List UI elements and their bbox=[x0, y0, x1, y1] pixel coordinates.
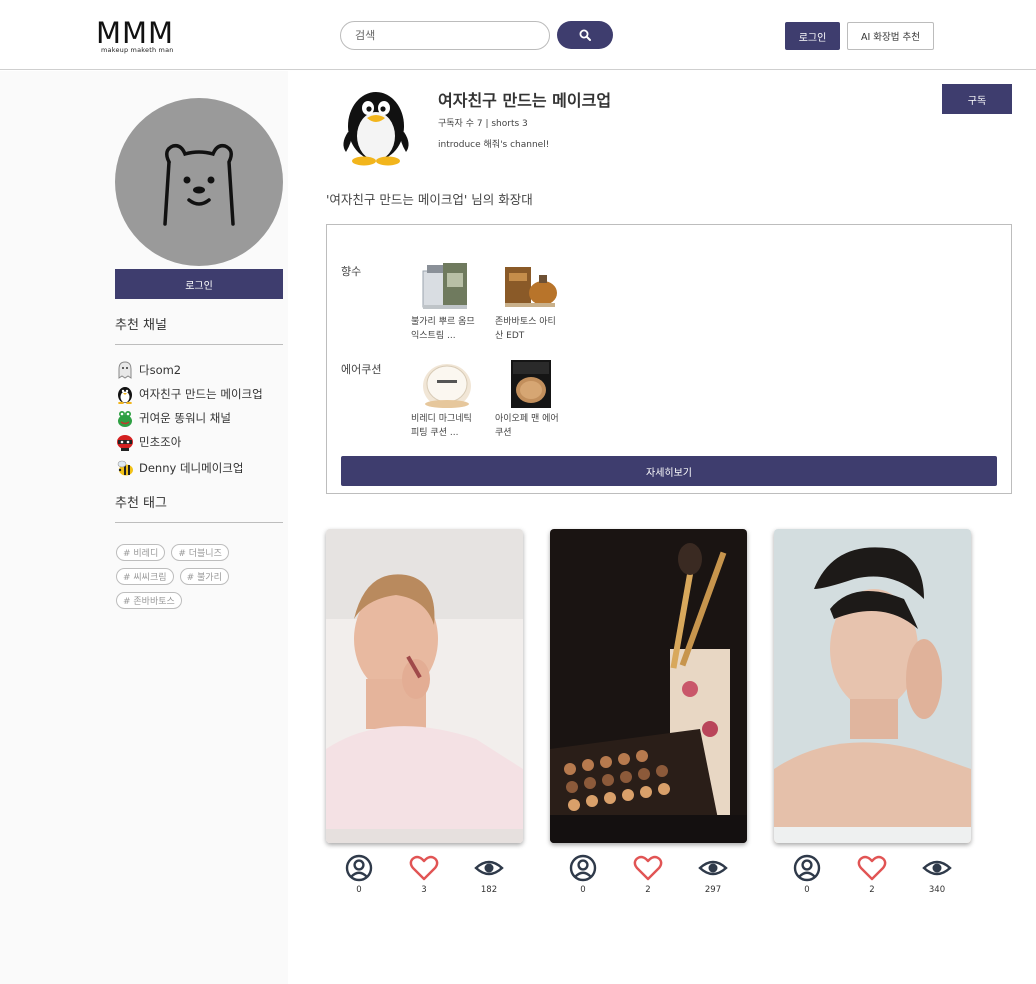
sidebar-login-button[interactable]: 로그인 bbox=[115, 269, 283, 299]
profile-count: 0 bbox=[580, 885, 586, 895]
product-card[interactable]: 불가리 뿌르 옴므 익스트림 ... bbox=[411, 261, 481, 343]
penguin-icon bbox=[343, 92, 409, 166]
recommended-tags-title: 추천 태그 bbox=[115, 496, 167, 511]
subscribe-button[interactable]: 구독 bbox=[942, 84, 1012, 114]
logo-tagline: makeup maketh man bbox=[101, 46, 174, 54]
login-button[interactable]: 로그인 bbox=[785, 22, 840, 50]
channel-name-title: 여자친구 만드는 메이크업 bbox=[438, 91, 612, 110]
ai-recommend-button[interactable]: AI 화장법 추천 bbox=[847, 22, 934, 50]
view-stat: 340 bbox=[917, 854, 957, 895]
logo-text: MMM bbox=[96, 16, 175, 50]
penguin-icon bbox=[115, 384, 135, 404]
shorts-count: shorts 3 bbox=[491, 119, 528, 129]
short-card[interactable] bbox=[326, 529, 523, 843]
heart-icon bbox=[633, 855, 663, 881]
like-count: 2 bbox=[869, 885, 875, 895]
eye-icon bbox=[474, 860, 504, 876]
like-stat[interactable]: 2 bbox=[852, 854, 892, 895]
bee-icon bbox=[115, 458, 135, 478]
view-count: 182 bbox=[480, 885, 498, 895]
recommended-channels-title: 추천 채널 bbox=[115, 318, 167, 333]
divider bbox=[115, 522, 283, 523]
tag-chip[interactable]: # 비레디 bbox=[116, 544, 166, 561]
logo[interactable]: MMM makeup maketh man bbox=[96, 18, 174, 54]
view-more-button[interactable]: 자세히보기 bbox=[341, 456, 997, 486]
frog-icon bbox=[115, 408, 135, 428]
short-thumbnail bbox=[326, 529, 523, 843]
channel-meta: 구독자 수 7 | shorts 3 bbox=[438, 116, 528, 129]
user-circle-icon bbox=[345, 854, 373, 882]
profile-count: 0 bbox=[356, 885, 362, 895]
channel-item-4[interactable]: Denny 데니메이크업 bbox=[115, 458, 243, 478]
short-card[interactable] bbox=[774, 529, 971, 843]
avatar bbox=[115, 98, 283, 266]
channel-name: Denny 데니메이크업 bbox=[139, 461, 244, 475]
category-label: 향수 bbox=[341, 265, 362, 278]
channel-item-0[interactable]: 다som2 bbox=[115, 360, 181, 380]
short-thumbnail bbox=[774, 529, 971, 843]
tag-chip[interactable]: # 불가리 bbox=[179, 568, 229, 585]
profile-count: 0 bbox=[804, 885, 810, 895]
search-icon bbox=[579, 29, 591, 41]
product-name: 비레디 마그네틱 피팅 쿠션 ... bbox=[411, 414, 472, 438]
heart-icon bbox=[857, 855, 887, 881]
product-name: 아이오페 맨 에어 쿠션 bbox=[495, 414, 559, 438]
channel-item-2[interactable]: 귀여운 똥워니 채널 bbox=[115, 408, 231, 428]
view-stat: 297 bbox=[693, 854, 733, 895]
like-stat[interactable]: 2 bbox=[628, 854, 668, 895]
profile-stat[interactable]: 0 bbox=[787, 854, 827, 895]
product-card[interactable]: 아이오페 맨 에어 쿠션 bbox=[495, 358, 565, 440]
divider bbox=[115, 344, 283, 345]
vanity-title: '여자친구 만드는 메이크업' 님의 화장대 bbox=[326, 192, 533, 207]
channel-item-1[interactable]: 여자친구 만드는 메이크업 bbox=[115, 384, 263, 404]
bear-icon bbox=[163, 143, 235, 226]
like-count: 3 bbox=[421, 885, 427, 895]
channel-name: 귀여운 똥워니 채널 bbox=[139, 411, 231, 425]
short-thumbnail bbox=[550, 529, 747, 843]
tag-chip[interactable]: # 존바바토스 bbox=[116, 592, 182, 609]
channel-intro: introduce 해줘's channel! bbox=[438, 140, 550, 150]
subscriber-count: 구독자 수 7 bbox=[438, 119, 483, 129]
view-count: 297 bbox=[704, 885, 722, 895]
tag-chip[interactable]: # 씨씨크림 bbox=[116, 568, 174, 585]
profile-stat[interactable]: 0 bbox=[563, 854, 603, 895]
category-label: 에어쿠션 bbox=[341, 363, 382, 376]
product-image bbox=[501, 261, 561, 313]
user-circle-icon bbox=[793, 854, 821, 882]
product-card[interactable]: 존바바토스 아티 산 EDT bbox=[495, 261, 565, 343]
red-character-icon bbox=[115, 432, 135, 452]
user-circle-icon bbox=[569, 854, 597, 882]
short-card[interactable] bbox=[550, 529, 747, 843]
search-button[interactable] bbox=[557, 21, 613, 49]
vanity-box: 향수 불가리 뿌르 옴므 익스트림 ... 존바바토스 아티 산 EDT 에어쿠션 bbox=[326, 224, 1012, 494]
tag-list: # 비레디 # 더블니즈 # 씨씨크림 # 불가리 # 존바바토스 bbox=[116, 541, 286, 613]
product-name: 존바바토스 아티 산 EDT bbox=[495, 317, 556, 341]
product-image bbox=[501, 358, 561, 410]
channel-name: 여자친구 만드는 메이크업 bbox=[139, 387, 263, 401]
channel-item-3[interactable]: 민초조아 bbox=[115, 432, 181, 452]
channel-name: 다som2 bbox=[139, 363, 182, 377]
ghost-icon bbox=[115, 360, 135, 380]
search-input[interactable]: 검색 bbox=[340, 21, 550, 50]
tag-chip[interactable]: # 더블니즈 bbox=[171, 544, 229, 561]
product-card[interactable]: 비레디 마그네틱 피팅 쿠션 ... bbox=[411, 358, 481, 440]
view-stat: 182 bbox=[469, 854, 509, 895]
eye-icon bbox=[922, 860, 952, 876]
channel-name: 민초조아 bbox=[139, 435, 182, 449]
eye-icon bbox=[698, 860, 728, 876]
like-stat[interactable]: 3 bbox=[404, 854, 444, 895]
product-name: 불가리 뿌르 옴므 익스트림 ... bbox=[411, 317, 475, 341]
channel-avatar bbox=[338, 82, 414, 166]
view-count: 340 bbox=[928, 885, 946, 895]
heart-icon bbox=[409, 855, 439, 881]
product-image bbox=[417, 261, 477, 313]
top-bar: MMM makeup maketh man 검색 로그인 AI 화장법 추천 bbox=[0, 0, 1036, 70]
product-image bbox=[417, 358, 477, 410]
like-count: 2 bbox=[645, 885, 651, 895]
profile-stat[interactable]: 0 bbox=[339, 854, 379, 895]
